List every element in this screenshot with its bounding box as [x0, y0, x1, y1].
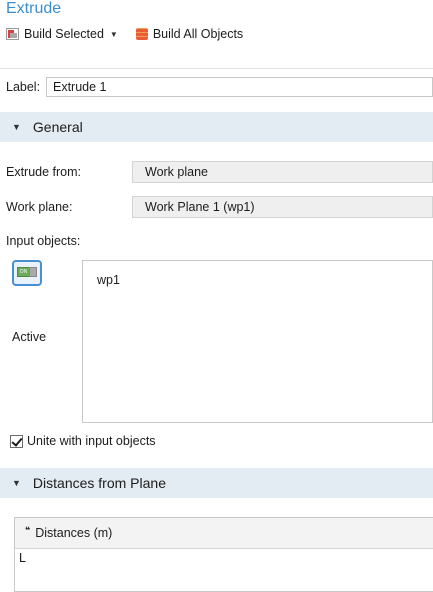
label-input[interactable]: Extrude 1 — [46, 77, 433, 97]
general-section-header[interactable]: ▼ General — [0, 112, 433, 142]
extrude-from-row: Extrude from: Work plane — [6, 161, 433, 183]
unite-row: Unite with input objects — [10, 434, 156, 448]
active-label: Active — [12, 330, 47, 344]
divider — [0, 68, 433, 69]
label-row: Label: Extrude 1 — [6, 77, 433, 97]
active-toggle-button[interactable]: ON — [12, 260, 42, 286]
sort-icon: ❛❛ — [25, 524, 30, 535]
build-selected-icon — [6, 28, 19, 40]
input-objects-label-row: Input objects: — [6, 234, 80, 248]
build-selected-label: Build Selected — [24, 27, 104, 41]
section-title: Distances from Plane — [32, 475, 166, 491]
work-plane-label: Work plane: — [6, 200, 73, 214]
section-title: General — [32, 119, 83, 135]
extrude-settings-panel: Extrude Build Selected ▼ Build All Objec… — [0, 0, 433, 592]
input-objects-list[interactable]: wp1 — [82, 260, 433, 423]
toggle-off-icon — [29, 267, 37, 277]
panel-title: Extrude — [6, 0, 62, 17]
work-plane-row: Work plane: Work Plane 1 (wp1) — [6, 196, 433, 218]
work-plane-select[interactable]: Work Plane 1 (wp1) — [132, 196, 433, 218]
collapse-caret-icon: ▼ — [12, 122, 21, 132]
build-all-label: Build All Objects — [152, 27, 244, 41]
unite-label: Unite with input objects — [27, 434, 156, 448]
build-selected-dropdown-icon[interactable]: ▼ — [110, 30, 118, 39]
input-objects-label: Input objects: — [6, 234, 81, 248]
unite-checkbox[interactable] — [10, 434, 23, 448]
column-header: Distances (m) — [35, 526, 113, 540]
build-selected-button[interactable]: Build Selected — [6, 27, 104, 41]
extrude-from-label: Extrude from: — [6, 165, 82, 179]
collapse-caret-icon: ▼ — [12, 478, 21, 488]
table-row[interactable]: L — [15, 549, 433, 567]
list-item[interactable]: wp1 — [97, 273, 120, 287]
distances-table: ❛❛ Distances (m) L — [14, 517, 433, 592]
table-header[interactable]: ❛❛ Distances (m) — [15, 518, 433, 549]
toolbar: Build Selected ▼ Build All Objects — [6, 24, 243, 44]
distances-section-header[interactable]: ▼ Distances from Plane — [0, 468, 433, 498]
label-field-label: Label: — [6, 80, 41, 94]
extrude-from-select[interactable]: Work plane — [132, 161, 433, 183]
build-all-icon — [135, 28, 148, 40]
build-all-objects-button[interactable]: Build All Objects — [135, 27, 244, 41]
